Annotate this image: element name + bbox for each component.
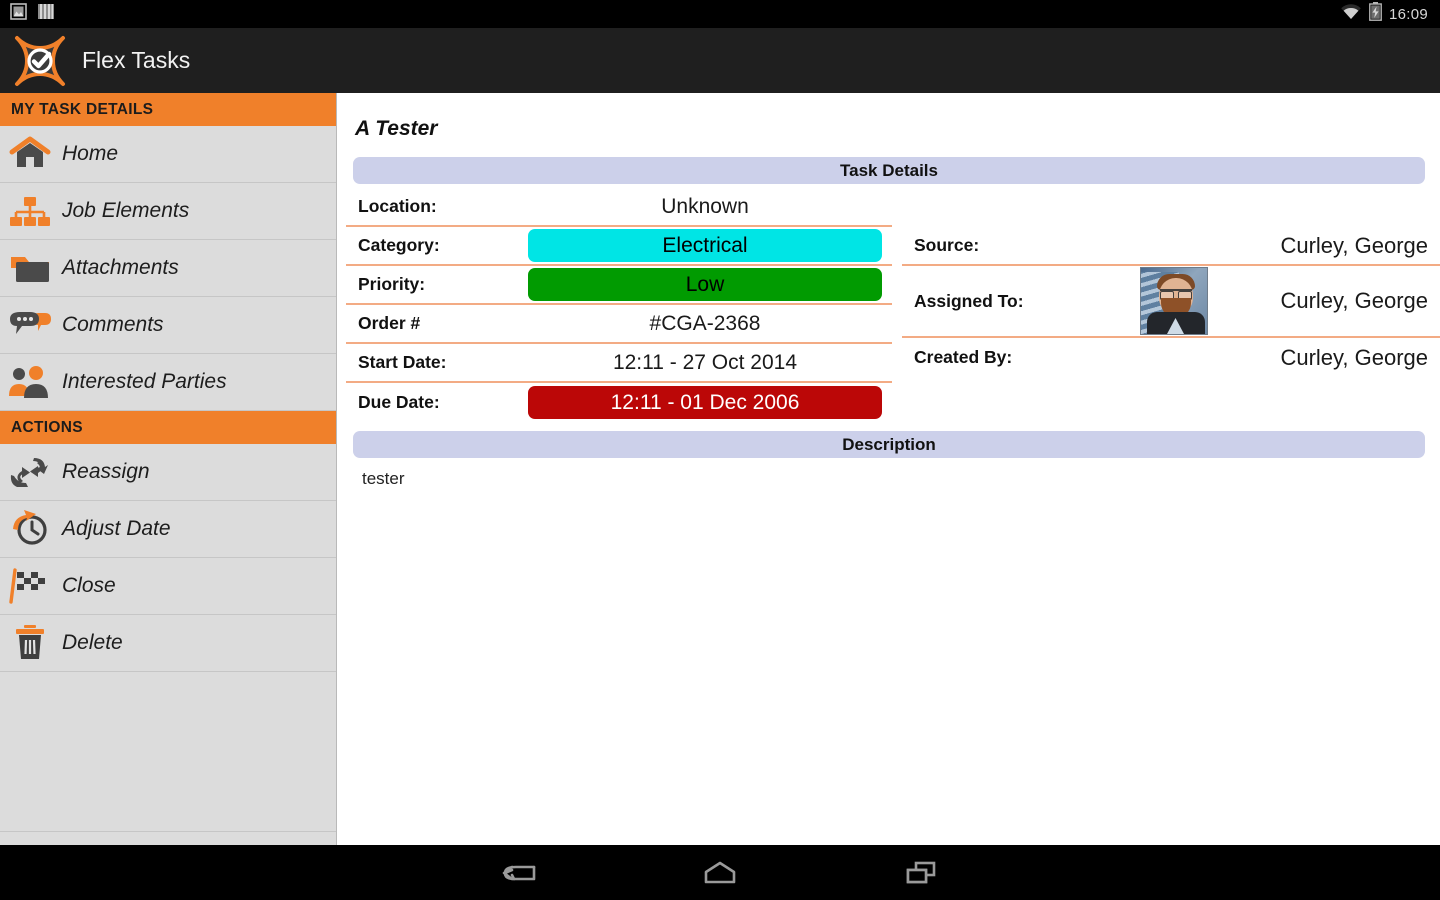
sidebar-section-header-my-task-details: MY TASK DETAILS <box>0 93 336 126</box>
folder-icon <box>8 248 52 288</box>
detail-label: Due Date: <box>358 392 440 412</box>
hierarchy-icon <box>8 191 52 231</box>
sidebar-item-adjust-date[interactable]: Adjust Date <box>0 501 336 558</box>
task-detail-content: A Tester Task Details Location: Unknown … <box>338 93 1440 845</box>
sidebar-section-header-actions: ACTIONS <box>0 411 336 444</box>
task-details-section-header: Task Details <box>353 157 1425 184</box>
back-icon[interactable] <box>490 853 550 893</box>
detail-row-order-number: Order # #CGA-2368 <box>346 305 892 344</box>
avatar <box>1140 267 1208 335</box>
sidebar-item-label: Reassign <box>62 460 150 483</box>
screenshot-icon <box>10 3 27 25</box>
details-right-column: Source: Curley, George Assigned To: Curl… <box>902 188 1440 422</box>
detail-row-start-date: Start Date: 12:11 - 27 Oct 2014 <box>346 344 892 383</box>
detail-value: Curley, George <box>1280 344 1428 370</box>
sidebar-item-label: Delete <box>62 631 123 654</box>
checkered-flag-icon <box>8 566 52 606</box>
sidebar-item-delete[interactable]: Delete <box>0 615 336 672</box>
sidebar-item-label: Adjust Date <box>62 517 171 540</box>
android-status-bar: 16:09 <box>0 0 1440 28</box>
sidebar-item-comments[interactable]: Comments <box>0 297 336 354</box>
sidebar-item-label: Close <box>62 574 116 597</box>
home-icon <box>8 134 52 174</box>
description-text: tester <box>362 469 405 488</box>
detail-row-location: Location: Unknown <box>346 188 892 227</box>
app-action-bar: Flex Tasks <box>0 28 1440 93</box>
android-navigation-bar[interactable] <box>0 845 1440 900</box>
status-bar-clock: 16:09 <box>1388 5 1428 23</box>
detail-value: 12:11 - 27 Oct 2014 <box>612 350 798 374</box>
sidebar-item-home[interactable]: Home <box>0 126 336 183</box>
detail-label: Priority: <box>358 274 426 294</box>
category-badge: Electrical <box>528 229 882 262</box>
sidebar-item-close[interactable]: Close <box>0 558 336 615</box>
sidebar-item-label: Attachments <box>62 256 179 279</box>
battery-charging-icon <box>1369 2 1382 26</box>
detail-value: Unknown <box>661 194 749 218</box>
description-section-header: Description <box>353 431 1425 458</box>
reassign-arrows-icon <box>8 452 52 492</box>
app-title: Flex Tasks <box>82 47 191 73</box>
sidebar-item-interested-parties[interactable]: Interested Parties <box>0 354 336 411</box>
right-column-spacer <box>902 188 1440 227</box>
detail-label: Source: <box>914 235 980 255</box>
sidebar-empty-space <box>0 672 336 832</box>
clock-arrow-icon <box>8 509 52 549</box>
sidebar-item-attachments[interactable]: Attachments <box>0 240 336 297</box>
status-bar-right-icons: 16:09 <box>1340 2 1440 26</box>
wifi-icon <box>1340 3 1362 25</box>
flex-tasks-logo-icon[interactable] <box>14 35 66 87</box>
recents-icon[interactable] <box>890 853 950 893</box>
detail-row-due-date: Due Date: 12:11 - 01 Dec 2006 <box>346 383 892 422</box>
sidebar-item-label: Home <box>62 142 119 165</box>
bars-icon <box>38 3 54 25</box>
detail-value: Curley, George <box>1280 288 1428 313</box>
detail-row-created-by: Created By: Curley, George <box>902 338 1440 377</box>
due-date-badge: 12:11 - 01 Dec 2006 <box>528 386 882 419</box>
detail-label: Order # <box>358 313 421 333</box>
priority-badge: Low <box>528 268 882 301</box>
home-icon[interactable] <box>690 853 750 893</box>
chat-bubbles-icon <box>8 305 52 345</box>
sidebar-item-job-elements[interactable]: Job Elements <box>0 183 336 240</box>
details-left-column: Location: Unknown Category: Electrical P… <box>346 188 892 422</box>
detail-label: Assigned To: <box>914 290 1024 311</box>
detail-label: Location: <box>358 196 437 216</box>
sidebar-item-reassign[interactable]: Reassign <box>0 444 336 501</box>
details-columns: Location: Unknown Category: Electrical P… <box>338 188 1440 422</box>
detail-value: #CGA-2368 <box>649 311 761 335</box>
trash-icon <box>8 623 52 663</box>
status-bar-left-icons <box>0 3 54 25</box>
detail-label: Created By: <box>914 347 1013 367</box>
sidebar-item-label: Job Elements <box>62 199 190 222</box>
page-title: A Tester <box>355 117 438 140</box>
detail-label: Start Date: <box>358 352 447 372</box>
detail-value: Curley, George <box>1280 232 1428 258</box>
detail-value-wrap: 12:11 - 01 Dec 2006 <box>518 386 892 419</box>
detail-value-wrap: Low <box>518 268 892 301</box>
detail-row-priority: Priority: Low <box>346 266 892 305</box>
detail-row-assigned-to: Assigned To: Curley, George <box>902 266 1440 338</box>
detail-value-wrap: Electrical <box>518 229 892 262</box>
navigation-sidebar[interactable]: MY TASK DETAILS Home Job Elements Attach… <box>0 93 337 845</box>
detail-row-category: Category: Electrical <box>346 227 892 266</box>
avatar-cell <box>1074 267 1274 335</box>
sidebar-item-label: Interested Parties <box>62 370 227 393</box>
sidebar-item-label: Comments <box>62 313 164 336</box>
people-icon <box>8 362 52 402</box>
detail-label: Category: <box>358 235 440 255</box>
detail-row-source: Source: Curley, George <box>902 227 1440 266</box>
